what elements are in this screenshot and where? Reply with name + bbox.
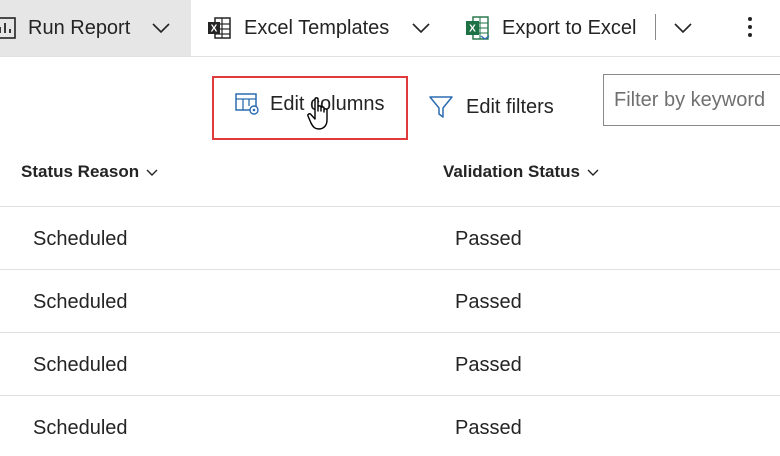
edit-filters-label: Edit filters xyxy=(466,95,554,118)
report-chart-icon xyxy=(0,17,16,39)
cell-validation-status: Passed xyxy=(455,291,522,313)
hand-pointer-cursor-icon xyxy=(307,97,328,130)
row-divider xyxy=(0,332,780,333)
cell-validation-status: Passed xyxy=(455,354,522,376)
excel-templates-button[interactable]: X Excel Templates xyxy=(206,0,436,56)
chevron-down-icon[interactable] xyxy=(410,17,432,39)
column-header-status-reason[interactable]: Status Reason xyxy=(21,162,159,182)
row-divider xyxy=(0,206,780,207)
row-divider xyxy=(0,269,780,270)
svg-text:X: X xyxy=(211,24,218,35)
chevron-down-icon[interactable] xyxy=(150,17,172,39)
column-header-validation-status[interactable]: Validation Status xyxy=(443,162,600,182)
filter-icon xyxy=(429,96,453,118)
excel-template-icon: X xyxy=(208,17,231,39)
cell-status-reason: Scheduled xyxy=(33,354,128,376)
cell-status-reason: Scheduled xyxy=(33,417,128,439)
row-divider xyxy=(0,395,780,396)
chevron-down-icon xyxy=(146,169,158,176)
chevron-down-icon[interactable] xyxy=(672,17,694,39)
toolbar-divider xyxy=(655,14,656,40)
run-report-button[interactable]: Run Report xyxy=(0,0,191,56)
run-report-label: Run Report xyxy=(28,16,131,39)
column-header-label: Status Reason xyxy=(21,162,140,181)
edit-columns-icon xyxy=(235,93,259,115)
chevron-down-icon xyxy=(587,169,599,176)
column-header-label: Validation Status xyxy=(443,162,580,181)
excel-icon: X xyxy=(466,16,490,40)
svg-text:X: X xyxy=(469,24,476,35)
cell-status-reason: Scheduled xyxy=(33,291,128,313)
edit-filters-button[interactable]: Edit filters xyxy=(428,76,578,138)
excel-templates-label: Excel Templates xyxy=(244,16,390,39)
more-options-icon[interactable] xyxy=(737,10,763,44)
command-bar: Run Report X Excel Templates X Export to… xyxy=(0,0,780,57)
export-to-excel-label: Export to Excel xyxy=(502,16,637,39)
filter-by-keyword-input[interactable] xyxy=(603,74,780,126)
cell-validation-status: Passed xyxy=(455,228,522,250)
cell-status-reason: Scheduled xyxy=(33,228,128,250)
cell-validation-status: Passed xyxy=(455,417,522,439)
